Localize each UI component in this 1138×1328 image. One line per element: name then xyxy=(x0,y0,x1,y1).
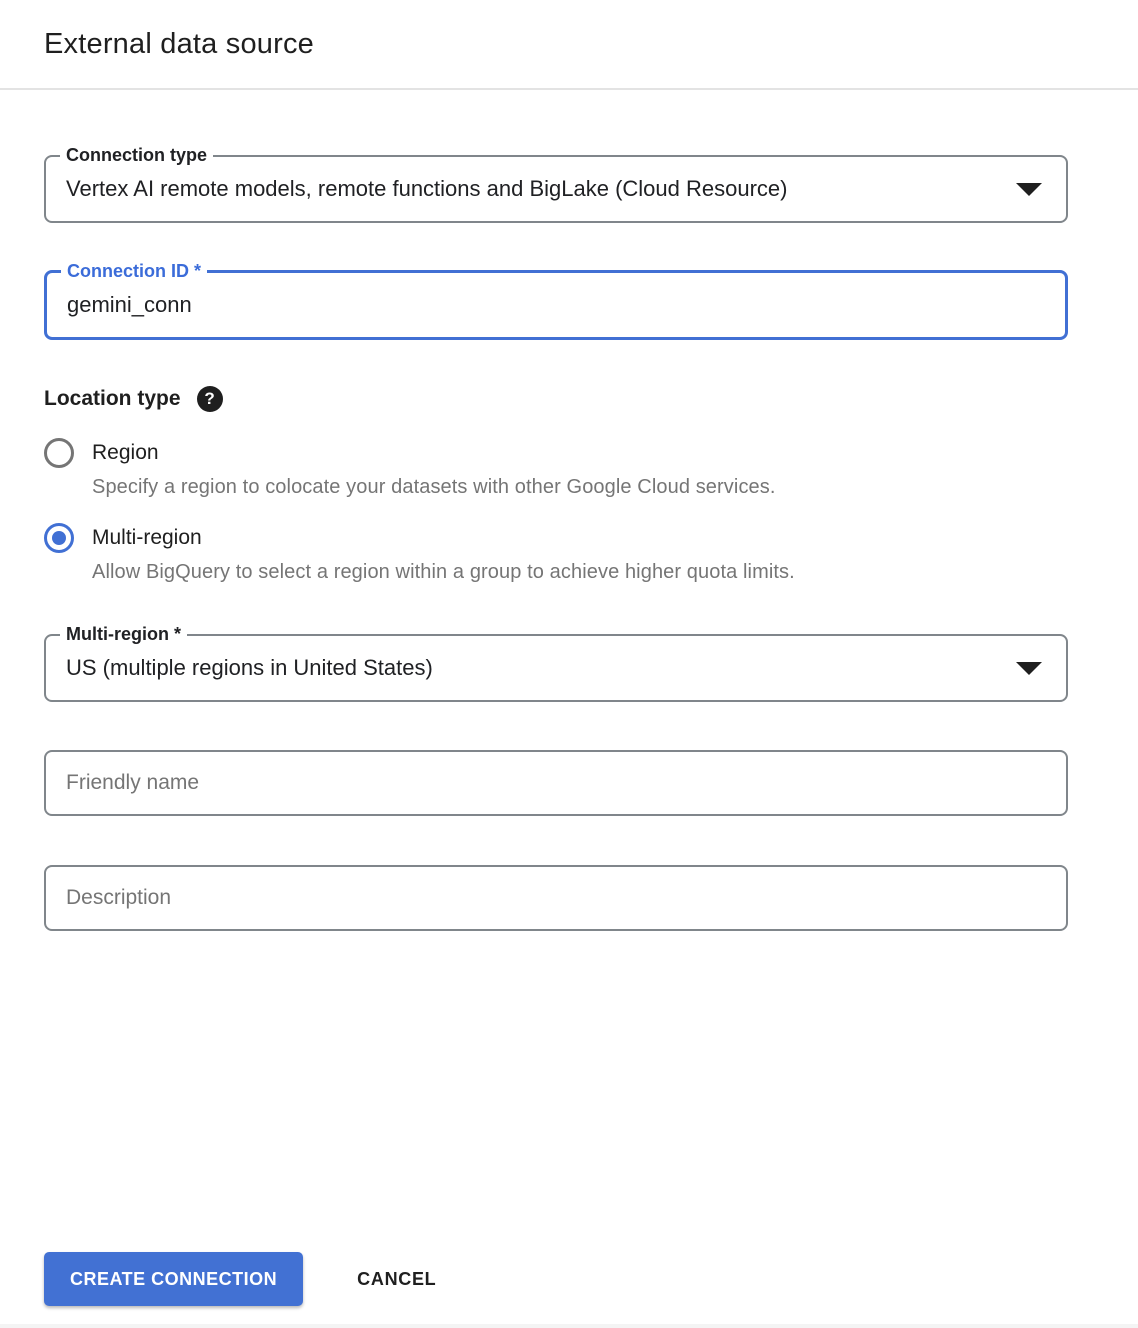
description-input[interactable] xyxy=(66,886,1046,910)
create-connection-button[interactable]: CREATE CONNECTION xyxy=(44,1252,303,1306)
region-radio-button[interactable] xyxy=(44,438,74,468)
multi-region-label: Multi-region * xyxy=(60,623,187,645)
friendly-name-input[interactable] xyxy=(66,771,1046,795)
multi-region-radio-button[interactable] xyxy=(44,523,74,553)
region-radio-label[interactable]: Region xyxy=(92,441,159,465)
description-field[interactable] xyxy=(44,865,1068,931)
connection-type-select[interactable]: Connection type Vertex AI remote models,… xyxy=(44,155,1068,223)
connection-id-label: Connection ID * xyxy=(61,260,207,282)
dialog-body: Connection type Vertex AI remote models,… xyxy=(0,155,1138,931)
bottom-edge-divider xyxy=(0,1324,1138,1328)
cancel-button[interactable]: CANCEL xyxy=(351,1268,442,1291)
page-title: External data source xyxy=(44,28,314,61)
help-icon[interactable]: ? xyxy=(197,386,223,412)
radio-multi-region[interactable]: Multi-region xyxy=(44,523,1068,553)
dialog-footer: CREATE CONNECTION CANCEL xyxy=(44,1252,442,1306)
friendly-name-field[interactable] xyxy=(44,750,1068,816)
radio-region[interactable]: Region xyxy=(44,438,1068,468)
multi-region-radio-label[interactable]: Multi-region xyxy=(92,526,202,550)
region-radio-description: Specify a region to colocate your datase… xyxy=(92,476,1068,499)
radio-dot xyxy=(52,531,66,545)
location-type-row: Location type ? xyxy=(44,386,1068,412)
dialog-header: External data source xyxy=(0,0,1138,88)
connection-id-field[interactable]: Connection ID * xyxy=(44,270,1068,340)
chevron-down-icon xyxy=(1016,662,1042,675)
chevron-down-icon xyxy=(1016,183,1042,196)
connection-type-value: Vertex AI remote models, remote function… xyxy=(66,176,787,202)
multi-region-select[interactable]: Multi-region * US (multiple regions in U… xyxy=(44,634,1068,702)
multi-region-value: US (multiple regions in United States) xyxy=(66,655,433,681)
location-type-label: Location type xyxy=(44,387,181,411)
connection-id-input[interactable] xyxy=(67,292,1041,318)
connection-type-label: Connection type xyxy=(60,144,213,166)
multi-region-radio-description: Allow BigQuery to select a region within… xyxy=(92,561,1068,584)
header-divider xyxy=(0,88,1138,90)
